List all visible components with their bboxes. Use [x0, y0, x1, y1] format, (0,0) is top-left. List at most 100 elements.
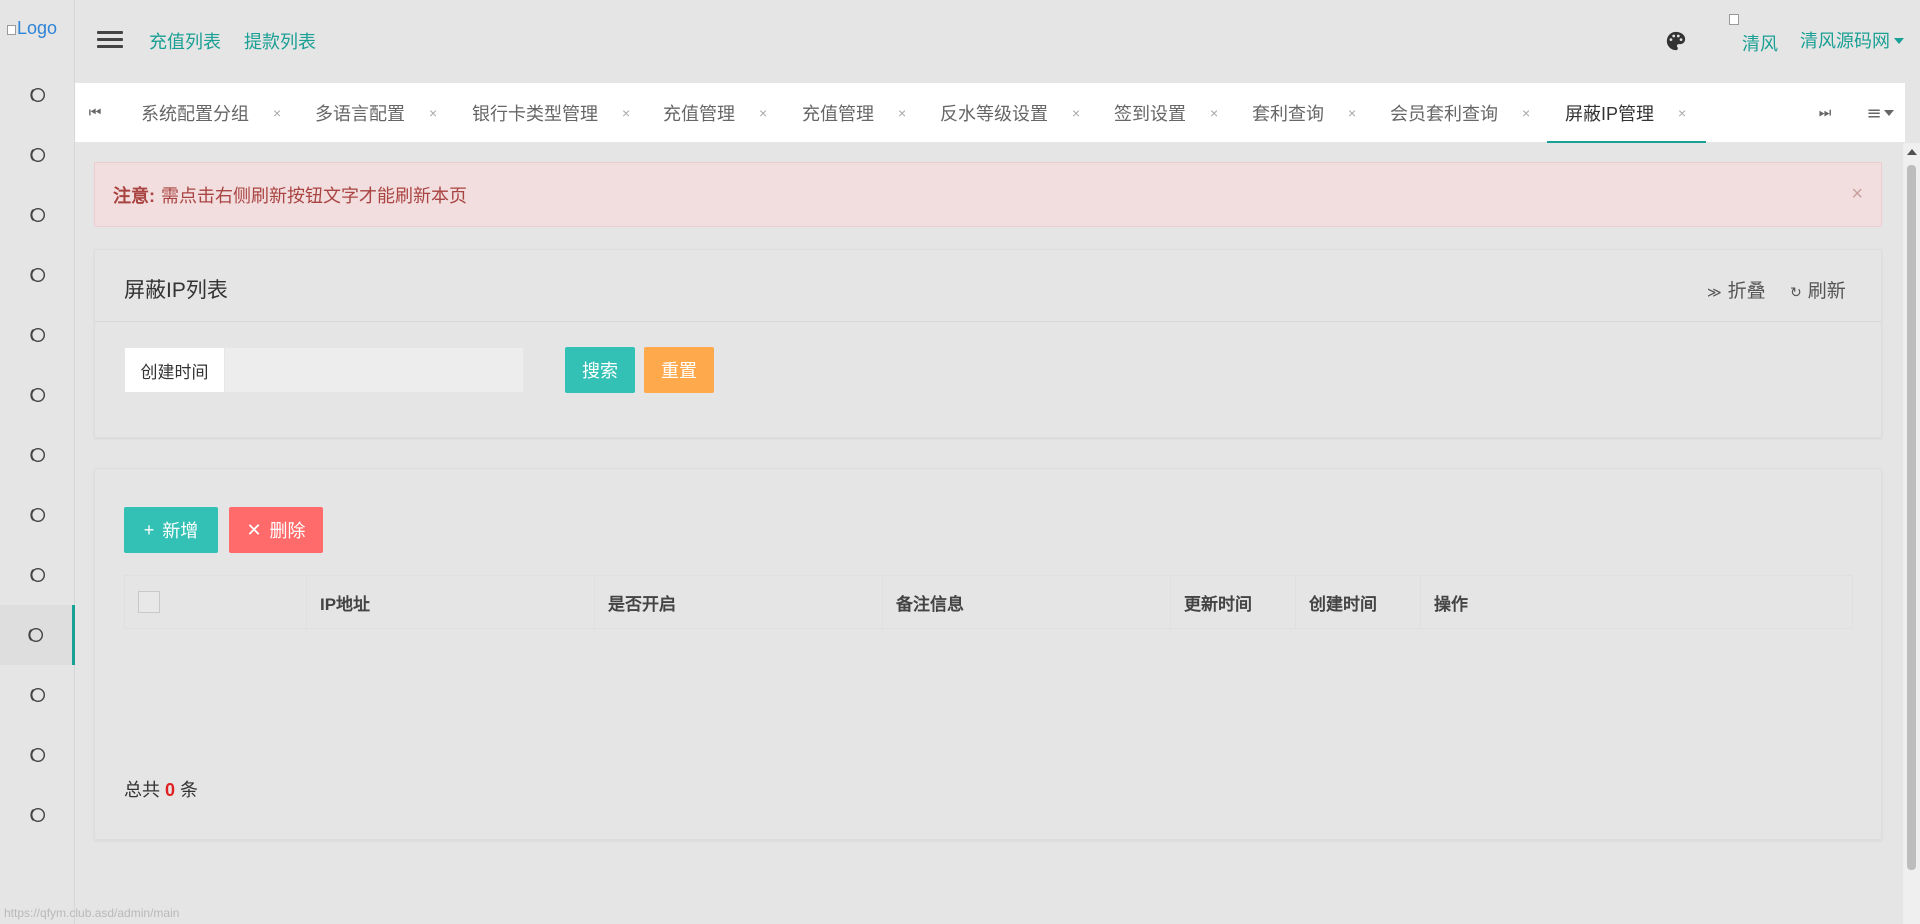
card-header: 屏蔽IP列表 ≫ 折叠 ↻ 刷新: [95, 250, 1881, 322]
alert-label: 注意:: [113, 185, 155, 206]
tab-scroll-left-button[interactable]: ⏮: [75, 83, 115, 143]
create-time-input[interactable]: [224, 347, 524, 393]
circle-o-icon: [29, 207, 45, 223]
sidebar-item[interactable]: [0, 425, 75, 485]
tab-close-icon[interactable]: ×: [622, 105, 630, 121]
tab-label: 套利查询: [1252, 104, 1324, 124]
sidebar-item[interactable]: [0, 365, 75, 425]
tab-close-icon[interactable]: ×: [1210, 105, 1218, 121]
add-button[interactable]: + 新增: [124, 507, 218, 553]
tab-item[interactable]: 屏蔽IP管理 ×: [1546, 83, 1707, 143]
tab-label: 会员套利查询: [1390, 104, 1498, 124]
circle-o-icon: [29, 87, 45, 103]
main-content: 注意: 需点击右侧刷新按钮文字才能刷新本页 × 屏蔽IP列表 ≫ 折叠 ↻ 刷新 创…: [94, 143, 1882, 924]
circle-o-icon: [29, 747, 45, 763]
circle-o-icon: [29, 447, 45, 463]
alert-close-icon[interactable]: ×: [1851, 183, 1863, 206]
status-bar-url: https://qfym.club.asd/admin/main: [4, 906, 180, 920]
reset-button[interactable]: 重置: [644, 347, 714, 393]
circle-o-icon: [29, 267, 45, 283]
scrollbar-thumb[interactable]: [1907, 165, 1916, 870]
broken-image-icon: [7, 25, 16, 35]
sidebar-item[interactable]: [0, 545, 75, 605]
tab-label: 充值管理: [802, 104, 874, 124]
circle-o-icon: [29, 327, 45, 343]
tab-close-icon[interactable]: ×: [1072, 105, 1080, 121]
tab-item[interactable]: 充值管理 ×: [802, 83, 906, 143]
sidebar-item[interactable]: [0, 665, 75, 725]
caret-down-icon: [1883, 110, 1894, 116]
tab-item[interactable]: 会员套利查询 ×: [1390, 83, 1530, 143]
tab-item[interactable]: 多语言配置 ×: [315, 83, 437, 143]
select-all-cell: [125, 576, 307, 628]
tab-label: 系统配置分组: [141, 104, 249, 124]
logo[interactable]: Logo: [7, 18, 57, 39]
total-prefix: 总共: [124, 780, 160, 800]
tab-item[interactable]: 系统配置分组 ×: [141, 83, 281, 143]
user-menu[interactable]: 清风源码网: [1800, 27, 1904, 53]
circle-o-icon: [29, 807, 45, 823]
tab-close-icon[interactable]: ×: [898, 105, 906, 121]
tab-close-icon[interactable]: ×: [429, 105, 437, 121]
top-header: 充值列表 提款列表 清风 清风源码网: [75, 0, 1920, 83]
sidebar-item[interactable]: [0, 485, 75, 545]
collapse-button[interactable]: ≫ 折叠: [1707, 276, 1766, 303]
sidebar-item[interactable]: [0, 245, 75, 305]
tab-scroll-right-button[interactable]: ⏭: [1805, 83, 1845, 143]
tab-close-icon[interactable]: ×: [1678, 105, 1686, 121]
sidebar-item[interactable]: [0, 125, 75, 185]
delete-button[interactable]: ✕ 删除: [229, 507, 323, 553]
search-card: 屏蔽IP列表 ≫ 折叠 ↻ 刷新 创建时间 搜索 重置: [94, 249, 1882, 438]
total-suffix: 条: [180, 780, 199, 800]
vertical-scrollbar[interactable]: [1903, 143, 1920, 924]
tab-label: 屏蔽IP管理: [1565, 104, 1655, 124]
tab-item[interactable]: 反水等级设置 ×: [940, 83, 1080, 143]
palette-icon[interactable]: [1665, 30, 1687, 52]
tab-close-icon[interactable]: ×: [1348, 105, 1356, 121]
circle-o-icon: [29, 507, 45, 523]
sidebar-item[interactable]: [0, 725, 75, 785]
sidebar-item[interactable]: [0, 785, 75, 845]
nav-link-withdraw-list[interactable]: 提款列表: [244, 28, 316, 54]
notice-alert: 注意: 需点击右侧刷新按钮文字才能刷新本页 ×: [94, 162, 1882, 227]
tab-close-icon[interactable]: ×: [1522, 105, 1530, 121]
tab-close-icon[interactable]: ×: [273, 105, 281, 121]
data-table-header: IP地址 是否开启 备注信息 更新时间 创建时间 操作: [124, 575, 1853, 629]
sidebar-item[interactable]: [0, 185, 75, 245]
scroll-up-arrow-icon[interactable]: [1907, 149, 1917, 155]
create-time-label: 创建时间: [124, 347, 224, 393]
column-header-ip[interactable]: IP地址: [307, 576, 595, 628]
column-header-update-time[interactable]: 更新时间: [1171, 576, 1296, 628]
column-header-enabled[interactable]: 是否开启: [595, 576, 883, 628]
tab-item[interactable]: 签到设置 ×: [1114, 83, 1218, 143]
circle-o-icon: [29, 147, 45, 163]
nav-link-recharge-list[interactable]: 充值列表: [149, 28, 221, 54]
tab-bar: ⏮ 系统配置分组 × 多语言配置 × 银行卡类型管理 × 充值管理 × 充值管理 × 反水等级设置 ×…: [75, 83, 1905, 143]
tab-label: 银行卡类型管理: [472, 104, 598, 124]
add-button-label: 新增: [162, 521, 199, 541]
menu-toggle-icon[interactable]: [97, 30, 123, 50]
tab-item[interactable]: 充值管理 ×: [663, 83, 767, 143]
column-header-create-time[interactable]: 创建时间: [1296, 576, 1421, 628]
refresh-icon: ↻: [1790, 284, 1802, 300]
refresh-button[interactable]: ↻ 刷新: [1790, 276, 1846, 303]
sidebar-item[interactable]: [0, 65, 75, 125]
tab-label: 签到设置: [1114, 104, 1186, 124]
column-header-remark[interactable]: 备注信息: [883, 576, 1171, 628]
tab-item[interactable]: 银行卡类型管理 ×: [472, 83, 630, 143]
tab-label: 充值管理: [663, 104, 735, 124]
sidebar-item[interactable]: [0, 305, 75, 365]
tab-item[interactable]: 套利查询 ×: [1252, 83, 1356, 143]
skip-forward-icon: ⏭: [1818, 105, 1832, 121]
double-chevron-down-icon: ≫: [1707, 284, 1722, 300]
total-number: 0: [165, 780, 176, 800]
select-all-checkbox[interactable]: [138, 591, 160, 613]
user-name: 清风源码网: [1800, 31, 1890, 51]
tab-options-button[interactable]: ≡: [1855, 83, 1905, 143]
search-button[interactable]: 搜索: [565, 347, 635, 393]
list-card: + 新增 ✕ 删除 IP地址 是否开启 备注信息 更新时间 创建时间 操作 总共 0 条: [94, 468, 1882, 840]
sidebar-item[interactable]: [0, 605, 75, 665]
list-menu-icon: ≡: [1866, 102, 1882, 124]
logo-alt-text: Logo: [17, 18, 58, 38]
tab-close-icon[interactable]: ×: [759, 105, 767, 121]
